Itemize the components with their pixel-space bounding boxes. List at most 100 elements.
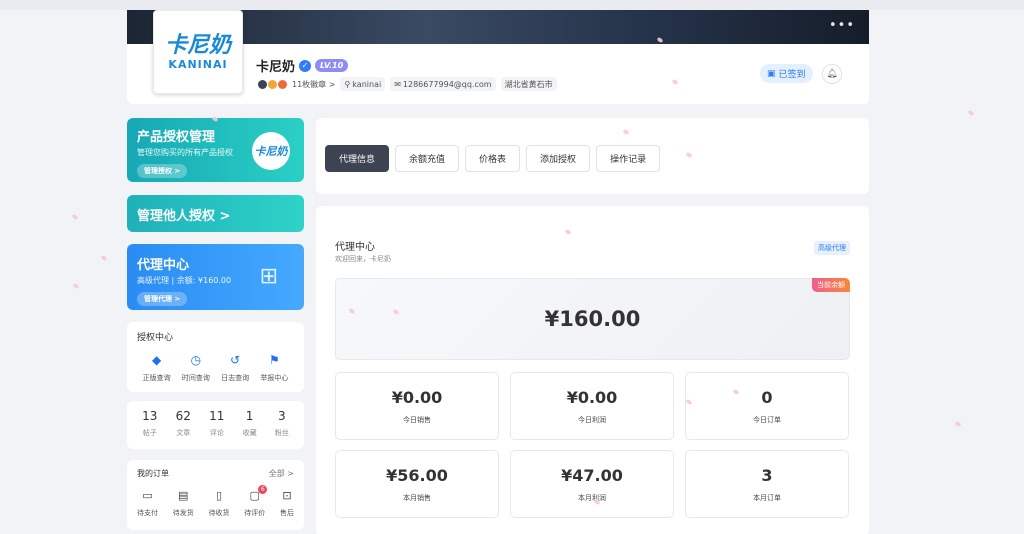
stat-value: 3	[278, 409, 286, 423]
order-pending-shipment[interactable]: ▤ 待发货	[173, 489, 194, 518]
logo-en: KANINAI	[168, 57, 228, 71]
manage-auth-button[interactable]: 管理授权 >	[137, 164, 188, 178]
refund-icon: ⊡	[282, 489, 292, 502]
auth-item-time[interactable]: ◷ 时间查询	[176, 353, 215, 383]
auth-center-panel: 授权中心 ◆ 正版查询 ◷ 时间查询 ↺ 日志查询 ⚑ 举报中心	[127, 322, 304, 392]
mail-icon: ✉	[394, 79, 401, 89]
auth-item-label: 日志查询	[221, 374, 250, 382]
stat-card-month-sales: ¥56.00 本月销售	[335, 450, 499, 518]
order-label: 待评价	[244, 509, 266, 517]
stat-favorites[interactable]: 1 收藏	[243, 409, 257, 441]
manage-agent-button[interactable]: 管理代理 >	[137, 292, 188, 306]
balance-box: ¥160.00 当前余额	[335, 278, 850, 360]
agent-tabs: 代理信息 余额充值 价格表 添加授权 操作记录	[316, 118, 869, 194]
stat-fans[interactable]: 3 粉丝	[275, 409, 289, 441]
stat-posts[interactable]: 13 帖子	[142, 409, 157, 441]
product-logo: 卡尼奶	[252, 132, 290, 170]
welcome-text: 欢迎回来，卡尼奶	[335, 255, 391, 263]
auth-item-genuine[interactable]: ◆ 正版查询	[137, 353, 176, 383]
order-pending-review[interactable]: ▢ 6 待评价	[244, 485, 268, 518]
tab-operation-log[interactable]: 操作记录	[596, 145, 661, 172]
medal-icons[interactable]	[258, 79, 287, 89]
stat-card-value: ¥0.00	[566, 387, 618, 407]
stat-comments[interactable]: 11 评论	[209, 409, 224, 441]
email-chip: ✉ 1286677994@qq.com	[390, 77, 496, 91]
orders-all-link[interactable]: 全部 >	[269, 468, 294, 479]
tab-agent-info[interactable]: 代理信息	[325, 145, 390, 172]
product-auth-card[interactable]: 产品授权管理 管理您购买的所有产品授权 管理授权 > 卡尼奶	[127, 118, 304, 182]
my-orders-panel: 我的订单 全部 > ▭ 待支付 ▤ 待发货 ▯ 待收货 ▢ 6 待评价 ⊡ 售后	[127, 460, 304, 530]
stat-card-value: ¥56.00	[386, 465, 448, 485]
agent-center-card[interactable]: 代理中心 高级代理 | 余额: ¥160.00 管理代理 > ⊞	[127, 244, 304, 310]
order-label: 待发货	[172, 509, 194, 517]
manage-others-auth-title: 管理他人授权 >	[137, 209, 231, 224]
location-chip: 湖北省黄石市	[500, 77, 557, 91]
logo-cn: 卡尼奶	[164, 32, 231, 58]
stat-label: 帖子	[142, 429, 157, 437]
stat-card-value: ¥47.00	[561, 465, 623, 485]
agent-level-badge: 高级代理	[814, 241, 850, 255]
user-stats-panel: 13 帖子 62 文章 11 评论 1 收藏 3 粉丝	[127, 401, 304, 449]
agent-info-panel: 代理中心 欢迎回来，卡尼奶 高级代理 ¥160.00 当前余额 ¥0.00 今日…	[316, 206, 869, 534]
order-pending-payment[interactable]: ▭ 待支付	[137, 489, 158, 518]
stat-card-today-profit: ¥0.00 今日利润	[510, 372, 674, 440]
flag-icon: ⚑	[268, 353, 280, 367]
auth-item-label: 时间查询	[181, 374, 210, 382]
handle-chip: ⚲ kaninai	[340, 77, 386, 91]
handle: kaninai	[352, 79, 382, 89]
order-pending-receipt[interactable]: ▯ 待收货	[209, 489, 230, 518]
signed-label: 已签到	[778, 70, 806, 80]
stat-card-label: 今日销售	[403, 415, 431, 424]
petal-decoration	[71, 213, 79, 221]
wallet-icon: ▭	[142, 489, 153, 502]
username-row: 卡尼奶 ✓ LV.10	[256, 56, 349, 75]
stat-value: 11	[209, 409, 225, 423]
tab-price-list[interactable]: 价格表	[465, 145, 521, 172]
shield-check-icon: ◆	[152, 353, 162, 367]
history-icon: ↺	[230, 353, 241, 367]
stat-card-label: 本月销售	[403, 493, 431, 502]
stat-label: 评论	[209, 429, 224, 437]
petal-decoration	[954, 420, 962, 428]
auth-item-log[interactable]: ↺ 日志查询	[216, 353, 255, 383]
orders-heading: 我的订单	[137, 469, 169, 478]
profile-meta: 11枚徽章 > ⚲ kaninai ✉ 1286677994@qq.com 湖北…	[258, 77, 557, 91]
auth-item-report[interactable]: ⚑ 举报中心	[255, 353, 294, 383]
org-chart-icon: ⊞	[259, 264, 278, 289]
tab-recharge[interactable]: 余额充值	[395, 145, 460, 172]
balance-amount: ¥160.00	[544, 307, 641, 331]
petal-decoration	[72, 282, 80, 290]
auth-item-label: 正版查询	[142, 374, 171, 382]
username: 卡尼奶	[256, 60, 296, 75]
bell-icon[interactable]: 🔔︎	[822, 64, 842, 84]
top-strip	[0, 0, 1024, 10]
balance-tag: 当前余额	[812, 278, 850, 292]
level-badge: LV.10	[315, 59, 349, 72]
review-count-badge: 6	[258, 485, 268, 494]
stat-card-value: 0	[761, 387, 773, 407]
tab-add-auth[interactable]: 添加授权	[526, 145, 591, 172]
stat-card-value: 3	[761, 465, 773, 485]
order-after-sales[interactable]: ⊡ 售后	[280, 489, 294, 518]
stat-label: 收藏	[242, 429, 257, 437]
stat-articles[interactable]: 62 文章	[176, 409, 191, 441]
stat-card-value: ¥0.00	[391, 387, 443, 407]
avatar[interactable]: 卡尼奶 KANINAI	[153, 10, 243, 94]
manage-others-auth-card[interactable]: 管理他人授权 >	[127, 195, 304, 232]
order-label: 待收货	[208, 509, 230, 517]
medal-icon	[258, 79, 267, 89]
truck-icon: ▯	[215, 489, 223, 502]
medal-icon	[268, 79, 277, 89]
medal-count-link[interactable]: 11枚徽章 >	[292, 79, 335, 90]
order-label: 售后	[280, 509, 294, 517]
calendar-icon: ▣	[767, 68, 776, 79]
package-icon: ▤	[178, 489, 189, 502]
stat-card-label: 本月订单	[753, 493, 781, 502]
clock-icon: ◷	[190, 353, 202, 367]
stat-card-label: 今日订单	[753, 415, 781, 424]
stat-value: 1	[245, 409, 254, 423]
signed-in-button[interactable]: ▣ 已签到	[760, 64, 813, 83]
auth-item-label: 举报中心	[260, 374, 289, 382]
more-horizontal-icon[interactable]: •••	[829, 18, 855, 33]
stat-card-today-sales: ¥0.00 今日销售	[335, 372, 499, 440]
